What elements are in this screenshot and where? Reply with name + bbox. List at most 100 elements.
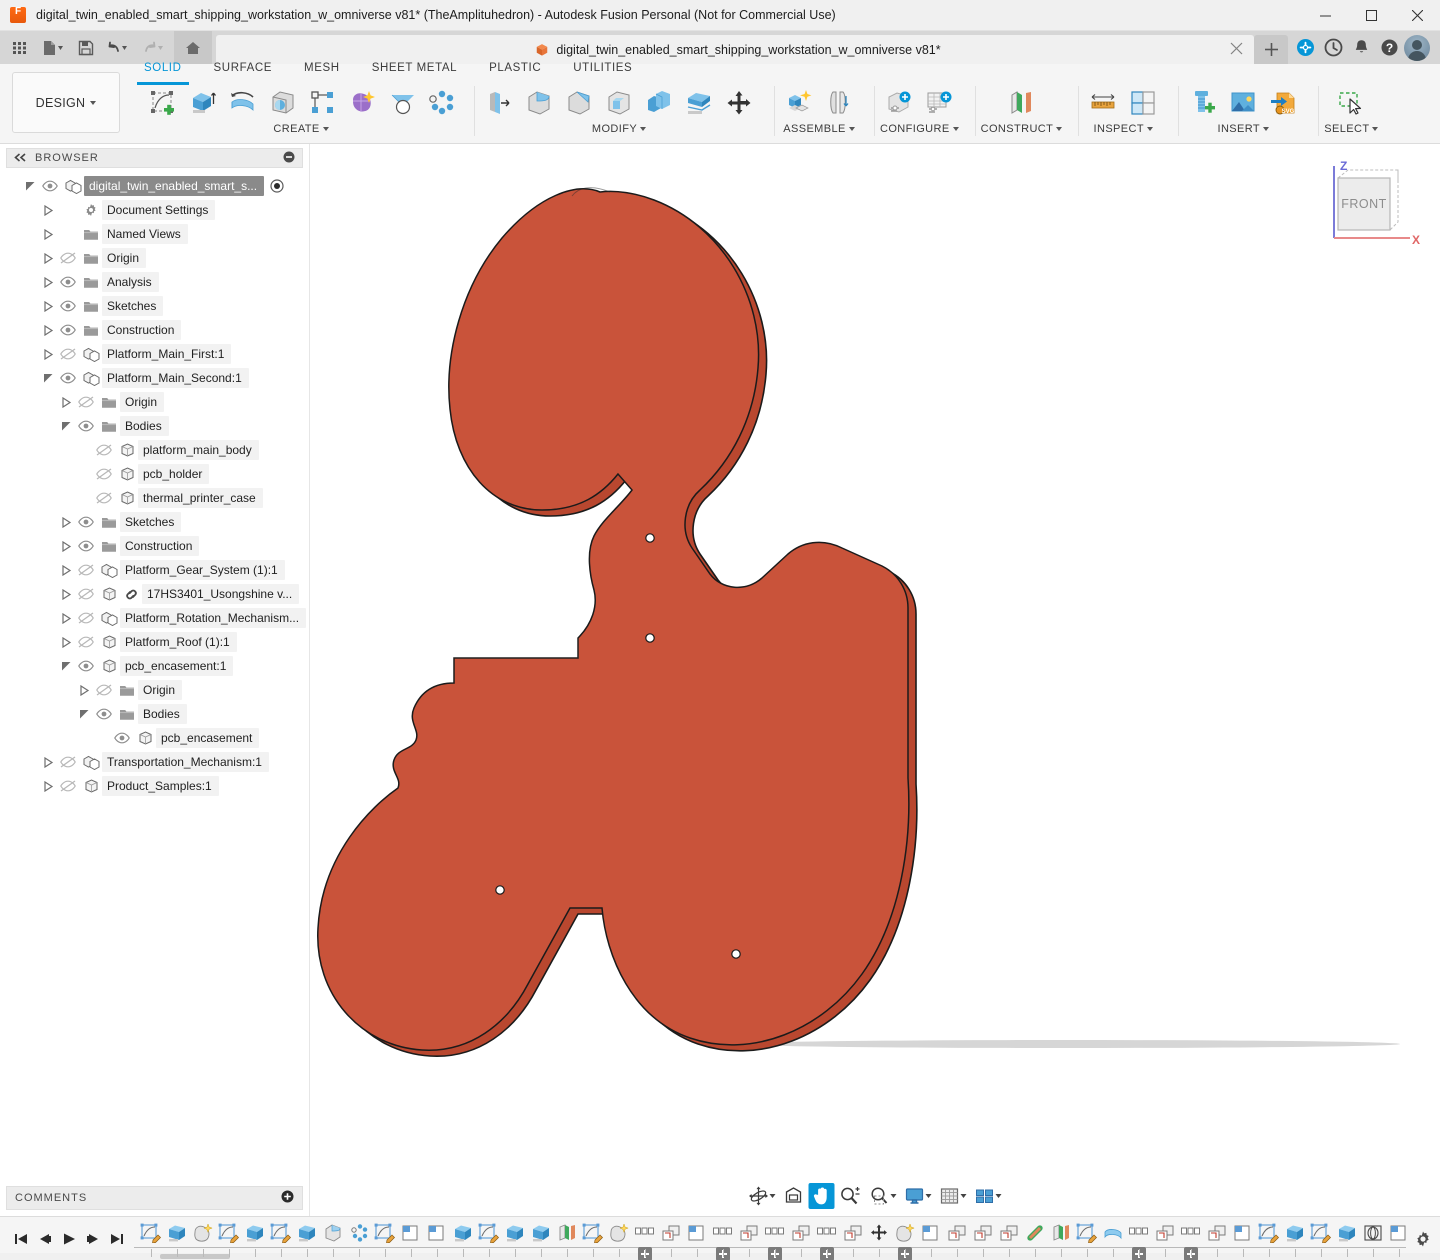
profile-avatar[interactable] (1404, 35, 1430, 61)
eye-hidden-icon[interactable] (56, 342, 80, 366)
configuration-table-icon[interactable] (920, 84, 958, 122)
chamfer-icon[interactable] (560, 84, 598, 122)
tree-item-pcb-holder[interactable]: pcb_holder (0, 462, 309, 486)
timeline-feature-group[interactable] (762, 1221, 788, 1257)
timeline-feature-component-copy[interactable] (1152, 1221, 1178, 1257)
save-button[interactable] (72, 34, 100, 61)
timeline-feature-extrude[interactable] (502, 1221, 528, 1257)
eye-visible-icon[interactable] (110, 726, 134, 750)
timeline-track[interactable] (134, 1217, 1406, 1260)
tree-item-transportation-mechanism-1[interactable]: Transportation_Mechanism:1 (0, 750, 309, 774)
document-tab-close-icon[interactable] (1230, 42, 1244, 56)
eye-visible-icon[interactable] (74, 510, 98, 534)
timeline-feature-component-copy[interactable] (1204, 1221, 1230, 1257)
tree-item-digital-twin-enabled-smart-s[interactable]: digital_twin_enabled_smart_s... (0, 174, 309, 198)
expand-arrow-icon[interactable] (58, 414, 74, 438)
timeline-group-expand-icon[interactable] (1132, 1247, 1146, 1260)
fit-icon[interactable] (867, 1183, 900, 1209)
eye-hidden-icon[interactable] (92, 678, 116, 702)
timeline-feature-extrude[interactable] (242, 1221, 268, 1257)
expand-arrow-icon[interactable] (58, 654, 74, 678)
timeline-feature-component-copy[interactable] (840, 1221, 866, 1257)
timeline-group-expand-icon[interactable] (768, 1247, 782, 1260)
browser-collapse-arrows-icon[interactable] (14, 151, 27, 165)
tab-sheet-metal[interactable]: SHEET METAL (356, 62, 473, 80)
press-pull-icon[interactable] (480, 84, 518, 122)
eye-hidden-icon[interactable] (74, 390, 98, 414)
timeline-feature-component-copy[interactable] (736, 1221, 762, 1257)
timeline-feature-sketch[interactable] (216, 1221, 242, 1257)
step-back-icon[interactable] (34, 1226, 56, 1252)
select-window-icon[interactable] (1332, 84, 1370, 122)
add-comment-icon[interactable] (281, 1190, 294, 1206)
eye-hidden-icon[interactable] (74, 582, 98, 606)
timeline-feature-construct-plane[interactable] (1048, 1221, 1074, 1257)
undo-button[interactable] (102, 34, 136, 61)
ribbon-group-configure-label[interactable]: CONFIGURE (880, 123, 959, 135)
shell-icon[interactable] (600, 84, 638, 122)
timeline-feature-plane[interactable] (1230, 1221, 1256, 1257)
fillet-icon[interactable] (520, 84, 558, 122)
timeline-feature-plane[interactable] (918, 1221, 944, 1257)
look-at-icon[interactable] (781, 1183, 807, 1209)
eye-hidden-icon[interactable] (92, 486, 116, 510)
help-icon[interactable]: ? (1376, 35, 1402, 61)
timeline-feature-sketch[interactable] (372, 1221, 398, 1257)
timeline-feature-sketch[interactable] (580, 1221, 606, 1257)
eye-visible-icon[interactable] (56, 270, 80, 294)
workspace-selector[interactable]: DESIGN (12, 72, 120, 133)
ribbon-group-assemble-label[interactable]: ASSEMBLE (783, 123, 855, 135)
viewports-icon[interactable] (972, 1183, 1005, 1209)
job-status-icon[interactable] (1320, 35, 1346, 61)
maximize-button[interactable] (1348, 0, 1394, 31)
timeline-feature-group[interactable] (710, 1221, 736, 1257)
tree-item-platform-main-second-1[interactable]: Platform_Main_Second:1 (0, 366, 309, 390)
revolve-icon[interactable] (224, 84, 262, 122)
collapse-arrow-icon[interactable] (40, 270, 56, 294)
collapse-arrow-icon[interactable] (58, 510, 74, 534)
minimize-button[interactable] (1302, 0, 1348, 31)
new-document-button[interactable] (36, 34, 70, 61)
eye-hidden-icon[interactable] (74, 606, 98, 630)
timeline-group-expand-icon[interactable] (1184, 1247, 1198, 1260)
tab-mesh[interactable]: MESH (288, 62, 356, 80)
tree-item-pcb-encasement[interactable]: pcb_encasement (0, 726, 309, 750)
eye-hidden-icon[interactable] (56, 246, 80, 270)
timeline-feature-plane[interactable] (424, 1221, 450, 1257)
tree-item-construction[interactable]: Construction (0, 318, 309, 342)
timeline-feature-form[interactable] (190, 1221, 216, 1257)
collapse-arrow-icon[interactable] (40, 342, 56, 366)
timeline-feature-extrude[interactable] (528, 1221, 554, 1257)
ribbon-group-insert-label[interactable]: INSERT (1217, 123, 1269, 135)
activate-component-radio[interactable] (270, 179, 284, 193)
measure-icon[interactable] (1084, 84, 1122, 122)
timeline-feature-thread[interactable] (1360, 1221, 1386, 1257)
ribbon-group-select-label[interactable]: SELECT (1324, 123, 1378, 135)
timeline-feature-group[interactable] (1178, 1221, 1204, 1257)
play-icon[interactable] (58, 1226, 80, 1252)
new-tab-button[interactable] (1254, 35, 1288, 64)
eye-hidden-icon[interactable] (92, 462, 116, 486)
timeline-feature-revolve[interactable] (1100, 1221, 1126, 1257)
eye-hidden-icon[interactable] (74, 558, 98, 582)
collapse-arrow-icon[interactable] (40, 294, 56, 318)
grid-snaps-icon[interactable] (937, 1183, 970, 1209)
pattern-circular-icon[interactable] (424, 84, 458, 122)
tree-item-sketches[interactable]: Sketches (0, 294, 309, 318)
zoom-icon[interactable] (837, 1183, 865, 1209)
tree-item-pcb-encasement-1[interactable]: pcb_encasement:1 (0, 654, 309, 678)
collapse-arrow-icon[interactable] (76, 678, 92, 702)
timeline-feature-extrude[interactable] (164, 1221, 190, 1257)
tree-item-platform-main-first-1[interactable]: Platform_Main_First:1 (0, 342, 309, 366)
document-tab[interactable]: digital_twin_enabled_smart_shipping_work… (216, 35, 1254, 64)
eye-visible-icon[interactable] (38, 174, 62, 198)
sweep-icon[interactable] (264, 84, 302, 122)
insert-image-icon[interactable] (1224, 84, 1262, 122)
browser-minimize-icon[interactable] (283, 151, 295, 166)
ribbon-group-construct-label[interactable]: CONSTRUCT (981, 123, 1063, 135)
collapse-arrow-icon[interactable] (40, 774, 56, 798)
timeline-feature-form[interactable] (606, 1221, 632, 1257)
timeline-feature-form[interactable] (892, 1221, 918, 1257)
offset-face-icon[interactable] (680, 84, 718, 122)
collapse-arrow-icon[interactable] (58, 534, 74, 558)
